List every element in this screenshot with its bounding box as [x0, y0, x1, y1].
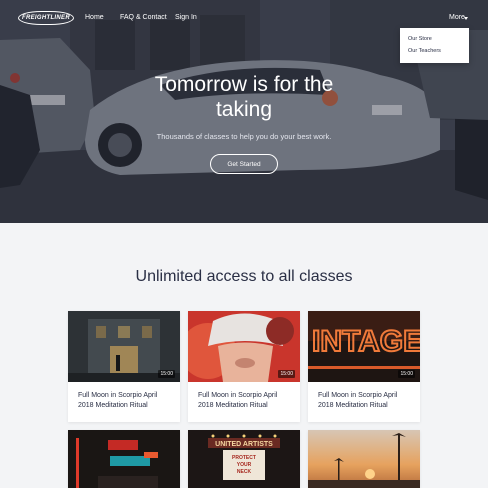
logo-text: FREIGHTLINER — [22, 15, 70, 21]
nav-more-menu[interactable]: More — [449, 14, 465, 21]
palm-sunset-image — [308, 430, 420, 488]
hero-subtitle: Thousands of classes to help you do your… — [156, 132, 332, 141]
class-title-line-1: Full Moon in Scorpio April — [318, 392, 398, 399]
class-title-line-1: Full Moon in Scorpio April — [78, 392, 158, 399]
duration-badge: 15:00 — [278, 370, 295, 378]
nav-link-home[interactable]: Home — [85, 14, 104, 21]
class-thumbnail[interactable] — [68, 430, 180, 488]
class-thumbnail[interactable]: INTAGE 15:00 — [308, 311, 420, 382]
freightliner-logo[interactable]: FREIGHTLINER — [18, 11, 74, 25]
class-card[interactable]: 15:00 Full Moon in Scorpio April 2018 Me… — [188, 311, 300, 422]
class-title-line-2: 2018 Meditation Ritual — [78, 401, 148, 409]
nav-link-sign-in[interactable]: Sign In — [175, 14, 197, 21]
section-title: Unlimited access to all classes — [135, 268, 353, 285]
dropdown-item-our-store[interactable]: Our Store — [408, 36, 432, 42]
hero-headline: Tomorrow is for the taking — [0, 72, 488, 122]
duration-badge: 15:00 — [158, 370, 175, 378]
dropdown-item-our-teachers[interactable]: Our Teachers — [408, 48, 441, 54]
class-thumbnail[interactable]: 15:00 — [188, 311, 300, 382]
class-card[interactable]: UNITED ARTISTS PROTECT YOUR NECK — [188, 430, 300, 488]
svg-text:YOUR: YOUR — [237, 462, 252, 468]
chevron-down-icon[interactable] — [464, 17, 468, 20]
hero-headline-line-2: taking — [215, 98, 273, 121]
svg-text:PROTECT: PROTECT — [232, 455, 256, 461]
class-card[interactable] — [308, 430, 420, 488]
get-started-button[interactable]: Get Started — [210, 154, 278, 174]
class-thumbnail[interactable]: 15:00 — [68, 311, 180, 382]
class-thumbnail[interactable]: UNITED ARTISTS PROTECT YOUR NECK — [188, 430, 300, 488]
class-title[interactable]: Full Moon in Scorpio April 2018 Meditati… — [68, 382, 180, 422]
hero-section: FREIGHTLINER Home FAQ & Contact Sign In … — [0, 0, 488, 223]
class-card[interactable] — [68, 430, 180, 488]
svg-text:UNITED ARTISTS: UNITED ARTISTS — [215, 441, 273, 448]
class-card[interactable]: 15:00 Full Moon in Scorpio April 2018 Me… — [68, 311, 180, 422]
class-card[interactable]: INTAGE 15:00 Full Moon in Scorpio April … — [308, 311, 420, 422]
svg-text:INTAGE: INTAGE — [312, 325, 420, 358]
class-title-line-2: 2018 Meditation Ritual — [318, 401, 388, 409]
hero-headline-line-1: Tomorrow is for the — [154, 73, 334, 96]
svg-text:NECK: NECK — [237, 469, 252, 475]
class-title[interactable]: Full Moon in Scorpio April 2018 Meditati… — [308, 382, 420, 422]
class-thumbnail[interactable] — [308, 430, 420, 488]
nav-link-faq-contact[interactable]: FAQ & Contact — [120, 14, 167, 21]
class-title[interactable]: Full Moon in Scorpio April 2018 Meditati… — [188, 382, 300, 422]
neon-street-night-image — [68, 430, 180, 488]
more-dropdown-menu: Our Store Our Teachers — [400, 28, 469, 63]
duration-badge: 15:00 — [398, 370, 415, 378]
class-title-line-1: Full Moon in Scorpio April — [198, 392, 278, 399]
theater-marquee-image: UNITED ARTISTS PROTECT YOUR NECK — [188, 430, 300, 488]
class-title-line-2: 2018 Meditation Ritual — [198, 401, 268, 409]
